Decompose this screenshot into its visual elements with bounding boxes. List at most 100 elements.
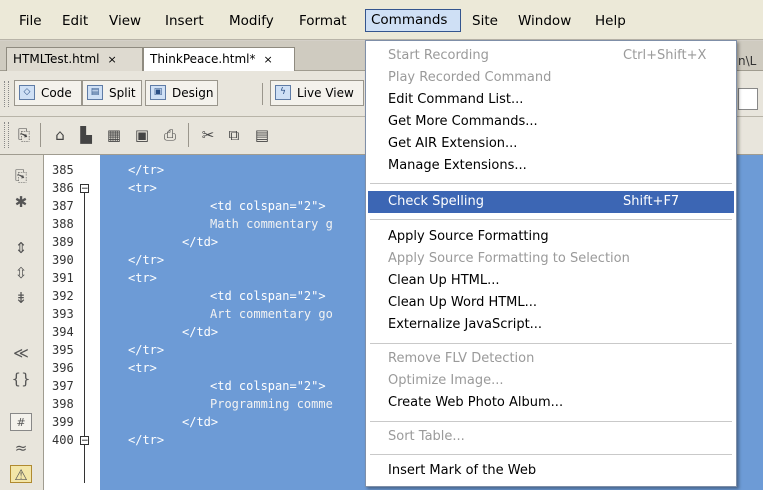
paste-icon[interactable]: ▤ xyxy=(252,126,272,144)
menu-item-label: Manage Extensions... xyxy=(388,158,527,173)
menu-format[interactable]: Format xyxy=(294,10,352,32)
line-number: 395 xyxy=(52,343,74,357)
menu-item-shortcut: Shift+F7 xyxy=(623,194,680,209)
collapse-selection-icon[interactable]: ⇟ xyxy=(10,289,32,307)
code-view-label: Code xyxy=(41,86,72,100)
line-number: 399 xyxy=(52,415,74,429)
code-line: Math commentary g xyxy=(210,217,333,231)
tab-thinkpeace[interactable]: ThinkPeace.html* × xyxy=(143,47,295,71)
line-numbers-icon[interactable]: # xyxy=(10,413,32,431)
menu-window[interactable]: Window xyxy=(513,10,576,32)
code-view-button[interactable]: ◇ Code xyxy=(14,80,82,106)
live-view-button[interactable]: ϟ Live View xyxy=(270,80,364,106)
menu-item-label: Check Spelling xyxy=(388,194,484,209)
menu-item-label: Play Recorded Command xyxy=(388,70,552,85)
tab-htmltest[interactable]: HTMLTest.html × xyxy=(6,47,143,71)
browse-icon[interactable]: ▦ xyxy=(104,126,124,144)
design-view-button[interactable]: ▣ Design xyxy=(145,80,218,106)
menu-item-externalize-javascript[interactable]: Externalize JavaScript... xyxy=(368,314,734,336)
menu-item-label: Clean Up HTML... xyxy=(388,273,500,288)
menu-item-label: Externalize JavaScript... xyxy=(388,317,543,332)
menu-item-create-web-photo-album[interactable]: Create Web Photo Album... xyxy=(368,392,734,414)
menu-insert[interactable]: Insert xyxy=(160,10,209,32)
menu-separator xyxy=(370,183,732,184)
menu-file[interactable]: File xyxy=(14,10,47,32)
live-view-label: Live View xyxy=(297,86,354,100)
toolbar-grip[interactable] xyxy=(4,81,9,107)
menu-item-label: Optimize Image... xyxy=(388,373,504,388)
bridge-icon[interactable]: ▙ xyxy=(76,126,96,144)
code-line: </tr> xyxy=(128,253,165,267)
code-line: <td colspan="2"> xyxy=(210,379,326,393)
syntax-error-icon[interactable]: ⚠ xyxy=(10,465,32,484)
menu-item-label: Clean Up Word HTML... xyxy=(388,295,538,310)
title-field[interactable] xyxy=(738,88,758,110)
menu-separator xyxy=(370,454,732,455)
code-line: <td colspan="2"> xyxy=(210,199,326,213)
menu-item-manage-extensions[interactable]: Manage Extensions... xyxy=(368,155,734,177)
menu-item-edit-command-list[interactable]: Edit Command List... xyxy=(368,89,734,111)
menu-item-shortcut: Ctrl+Shift+X xyxy=(623,48,707,63)
cut-icon[interactable]: ✂ xyxy=(198,126,218,144)
word-wrap-icon[interactable]: ≈ xyxy=(10,439,32,457)
highlight-invalid-icon[interactable]: ✱ xyxy=(10,193,32,211)
expand-all-icon[interactable]: ⇕ xyxy=(10,239,32,257)
menu-item-sort-table[interactable]: Sort Table... xyxy=(368,426,734,448)
code-line: </tr> xyxy=(128,343,165,357)
menu-item-apply-source-formatting[interactable]: Apply Source Formatting xyxy=(368,226,734,248)
menu-item-start-recording[interactable]: Start Recording Ctrl+Shift+X xyxy=(368,45,734,67)
menu-item-check-spelling[interactable]: Check Spelling Shift+F7 xyxy=(368,191,734,213)
menu-item-remove-flv-detection[interactable]: Remove FLV Detection xyxy=(368,348,734,370)
split-icon: ▤ xyxy=(87,85,103,100)
close-icon[interactable]: × xyxy=(108,53,117,66)
select-parent-tag-icon[interactable]: ≪ xyxy=(10,344,32,362)
menu-item-label: Edit Command List... xyxy=(388,92,524,107)
menu-item-get-more-commands[interactable]: Get More Commands... xyxy=(368,111,734,133)
commands-menu: Start Recording Ctrl+Shift+X Play Record… xyxy=(365,40,737,487)
split-view-button[interactable]: ▤ Split xyxy=(82,80,142,106)
split-view-label: Split xyxy=(109,86,136,100)
toolbar-divider xyxy=(188,123,189,147)
menu-item-optimize-image[interactable]: Optimize Image... xyxy=(368,370,734,392)
menu-commands[interactable]: Commands xyxy=(365,9,461,32)
collapse-full-tag-icon[interactable]: ⇳ xyxy=(10,264,32,282)
close-icon[interactable]: × xyxy=(264,53,273,66)
home-icon[interactable]: ⌂ xyxy=(50,126,70,144)
line-number: 390 xyxy=(52,253,74,267)
new-document-icon[interactable]: ⎘ xyxy=(14,126,34,144)
menu-site[interactable]: Site xyxy=(467,10,503,32)
menu-help[interactable]: Help xyxy=(590,10,631,32)
toolbar-grip[interactable] xyxy=(4,122,9,148)
line-number: 387 xyxy=(52,199,74,213)
menu-item-get-air-extension[interactable]: Get AIR Extension... xyxy=(368,133,734,155)
line-number: 393 xyxy=(52,307,74,321)
code-line: Art commentary go xyxy=(210,307,333,321)
menu-item-insert-mark-of-the-web[interactable]: Insert Mark of the Web xyxy=(368,460,734,482)
collapse-icon[interactable]: − xyxy=(80,184,89,194)
menu-separator xyxy=(370,343,732,344)
balance-braces-icon[interactable]: {} xyxy=(10,370,32,388)
code-line: </tr> xyxy=(128,433,165,447)
save-all-icon[interactable]: ▣ xyxy=(132,126,152,144)
menu-bar: File Edit View Insert Modify Format Comm… xyxy=(0,0,763,40)
open-documents-icon[interactable]: ⎘ xyxy=(10,167,32,185)
live-view-icon: ϟ xyxy=(275,85,291,100)
menu-modify[interactable]: Modify xyxy=(224,10,279,32)
menu-item-apply-source-formatting-selection[interactable]: Apply Source Formatting to Selection xyxy=(368,248,734,270)
code-line: </td> xyxy=(182,415,219,429)
print-icon[interactable]: ⎙ xyxy=(160,126,180,144)
menu-item-clean-up-html[interactable]: Clean Up HTML... xyxy=(368,270,734,292)
design-icon: ▣ xyxy=(150,85,166,100)
menu-item-label: Apply Source Formatting xyxy=(388,229,549,244)
toolbar-divider xyxy=(262,83,263,105)
code-line: <tr> xyxy=(128,181,157,195)
menu-item-clean-up-word-html[interactable]: Clean Up Word HTML... xyxy=(368,292,734,314)
collapse-icon[interactable]: − xyxy=(80,436,89,446)
menu-item-play-recorded-command[interactable]: Play Recorded Command xyxy=(368,67,734,89)
line-number: 388 xyxy=(52,217,74,231)
design-view-label: Design xyxy=(172,86,214,100)
menu-view[interactable]: View xyxy=(104,10,146,32)
copy-icon[interactable]: ⧉ xyxy=(224,126,244,144)
menu-item-label: Apply Source Formatting to Selection xyxy=(388,251,630,266)
menu-edit[interactable]: Edit xyxy=(57,10,93,32)
